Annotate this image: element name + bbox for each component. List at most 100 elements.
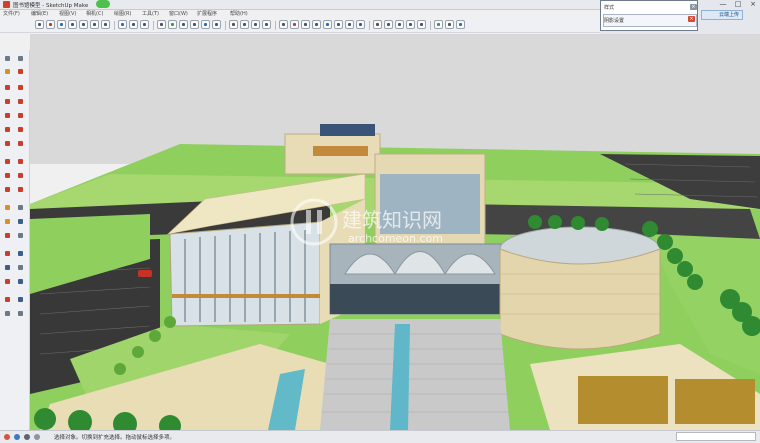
minimize-button[interactable]: — — [716, 0, 730, 9]
menu-extensions[interactable]: 扩展程序 — [197, 10, 217, 17]
rotate-icon[interactable] — [3, 171, 13, 180]
dimension-tool-icon[interactable] — [312, 20, 321, 29]
zoom-extents-left-icon[interactable] — [3, 277, 13, 286]
rotate-tool-icon[interactable] — [251, 20, 260, 29]
close-button[interactable]: × — [746, 0, 760, 9]
freehand-icon[interactable] — [16, 83, 26, 92]
arc-icon[interactable] — [3, 125, 13, 134]
xray-style-icon[interactable] — [118, 20, 127, 29]
position-camera-icon[interactable] — [3, 295, 13, 304]
credits-icon[interactable] — [14, 434, 20, 440]
tray-shadows-title: 阴影设置 — [604, 18, 625, 24]
orbit-left-icon[interactable] — [3, 249, 13, 258]
3d-warehouse-icon[interactable] — [434, 20, 443, 29]
monochrome-style-icon[interactable] — [179, 20, 188, 29]
zoom-window-icon[interactable] — [406, 20, 415, 29]
move-icon[interactable] — [3, 157, 13, 166]
follow-me-icon[interactable] — [262, 20, 271, 29]
rotated-rectangle-icon[interactable] — [16, 97, 26, 106]
text-tool-icon[interactable] — [334, 20, 343, 29]
back-view-icon[interactable] — [101, 20, 110, 29]
rectangle-icon[interactable] — [3, 97, 13, 106]
axes-left-icon[interactable] — [3, 231, 13, 240]
menu-draw[interactable]: 绘图(R) — [114, 10, 131, 17]
protractor-icon[interactable] — [323, 20, 332, 29]
measurements-box[interactable] — [676, 432, 756, 441]
zoom-extents-icon[interactable] — [417, 20, 426, 29]
help-icon[interactable] — [34, 434, 40, 440]
right-view-icon[interactable] — [90, 20, 99, 29]
move-tool-icon[interactable] — [229, 20, 238, 29]
tray-styles-title[interactable]: 样式 — [604, 4, 614, 11]
model-viewport[interactable]: 建筑知识网 archcomeon.com — [30, 34, 760, 430]
menu-view[interactable]: 视图(V) — [59, 10, 76, 17]
menu-file[interactable]: 文件(F) — [3, 10, 20, 17]
three-point-arc-icon[interactable] — [3, 139, 13, 148]
zoom-window-left-icon[interactable] — [16, 263, 26, 272]
paint-bucket-icon[interactable] — [57, 20, 66, 29]
menu-edit[interactable]: 编辑(E) — [31, 10, 48, 17]
pan-tool-icon[interactable] — [384, 20, 393, 29]
pie-icon[interactable] — [16, 139, 26, 148]
toolbar-separator — [153, 21, 154, 30]
tray-close-icon[interactable]: × — [690, 4, 697, 10]
orbit-tool-icon[interactable] — [373, 20, 382, 29]
tape-measure-icon[interactable] — [301, 20, 310, 29]
extension-warehouse-icon[interactable] — [456, 20, 465, 29]
make-component-icon[interactable] — [16, 54, 26, 63]
geo-location-icon[interactable] — [4, 434, 10, 440]
two-point-arc-icon[interactable] — [16, 125, 26, 134]
menu-window[interactable]: 窗口(W) — [169, 10, 188, 17]
walk-icon[interactable] — [3, 309, 13, 318]
status-bar: 选择对象。切换到扩充选择。拖动鼠标选择多项。 — [0, 430, 760, 443]
3d-text-left-icon[interactable] — [16, 231, 26, 240]
polygon-icon[interactable] — [16, 111, 26, 120]
follow-me-left-icon[interactable] — [16, 171, 26, 180]
hidden-line-style-icon[interactable] — [140, 20, 149, 29]
select-tool-icon[interactable] — [35, 20, 44, 29]
textured-style-icon[interactable] — [168, 20, 177, 29]
3d-text-icon[interactable] — [356, 20, 365, 29]
offset-icon[interactable] — [16, 185, 26, 194]
scale-tool-icon[interactable] — [279, 20, 288, 29]
text-left-icon[interactable] — [16, 217, 26, 226]
maximize-button[interactable]: □ — [731, 0, 745, 9]
menu-help[interactable]: 帮助(H) — [230, 10, 248, 17]
shadow-toggle-icon[interactable] — [190, 20, 199, 29]
look-around-icon[interactable] — [16, 295, 26, 304]
menu-tools[interactable]: 工具(T) — [142, 10, 159, 17]
previous-view-icon[interactable] — [16, 277, 26, 286]
upload-button[interactable]: 云端上传 — [701, 10, 743, 20]
wireframe-style-icon[interactable] — [129, 20, 138, 29]
circle-icon[interactable] — [3, 111, 13, 120]
push-pull-icon[interactable] — [240, 20, 249, 29]
line-icon[interactable] — [3, 83, 13, 92]
pan-left-icon[interactable] — [16, 249, 26, 258]
rotunda-wall — [499, 248, 661, 350]
scale-icon[interactable] — [3, 185, 13, 194]
title-badge-icon — [96, 0, 110, 8]
tape-measure-left-icon[interactable] — [3, 203, 13, 212]
axes-tool-icon[interactable] — [345, 20, 354, 29]
protractor-left-icon[interactable] — [3, 217, 13, 226]
select-icon[interactable] — [3, 54, 13, 63]
eraser-icon[interactable] — [16, 67, 26, 76]
front-view-icon[interactable] — [79, 20, 88, 29]
zoom-left-icon[interactable] — [3, 263, 13, 272]
offset-tool-icon[interactable] — [290, 20, 299, 29]
user-icon[interactable] — [24, 434, 30, 440]
section-left-icon[interactable] — [16, 309, 26, 318]
push-pull-left-icon[interactable] — [16, 157, 26, 166]
shadow-close-icon[interactable]: × — [688, 16, 695, 22]
shaded-style-icon[interactable] — [157, 20, 166, 29]
fog-toggle-icon[interactable] — [201, 20, 210, 29]
zoom-tool-icon[interactable] — [395, 20, 404, 29]
dimension-left-icon[interactable] — [16, 203, 26, 212]
toolbar-separator — [430, 21, 431, 30]
eraser-tool-icon[interactable] — [46, 20, 55, 29]
home-view-icon[interactable] — [68, 20, 77, 29]
menu-camera[interactable]: 相机(C) — [86, 10, 103, 17]
section-plane-icon[interactable] — [212, 20, 221, 29]
paint-icon[interactable] — [3, 67, 13, 76]
share-model-icon[interactable] — [445, 20, 454, 29]
